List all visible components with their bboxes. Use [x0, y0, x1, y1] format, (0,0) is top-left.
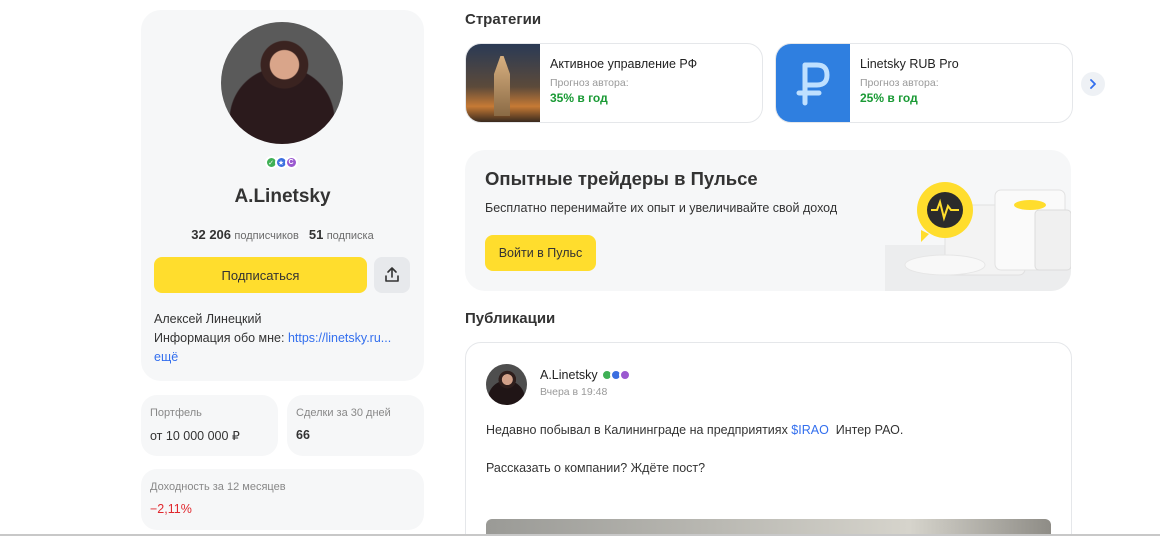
post-text-part: Интер РАО. [828, 423, 904, 437]
post-author: A.Linetsky [540, 368, 631, 382]
pulse-illustration-icon [885, 182, 1071, 291]
subscribers-label[interactable]: подписчиков [234, 230, 299, 242]
avatar[interactable] [221, 22, 343, 144]
strategy-card[interactable]: Активное управление РФ Прогноз автора: 3… [465, 43, 763, 123]
post-text: Недавно побывал в Калининграде на предпр… [486, 421, 903, 439]
promo-title: Опытные трейдеры в Пульсе [485, 168, 758, 189]
strategy-thumbnail [466, 44, 540, 122]
deals-stat[interactable]: Сделки за 30 дней 66 [287, 395, 424, 456]
share-button[interactable] [374, 257, 410, 293]
bio-link[interactable]: https://linetsky.ru... [288, 331, 391, 345]
subscribe-button[interactable]: Подписаться [154, 257, 367, 293]
strategy-name: Активное управление РФ [550, 57, 698, 71]
strategy-forecast-label: Прогноз автора: [860, 77, 939, 89]
yield-stat[interactable]: Доходность за 12 месяцев −2,11% [141, 469, 424, 530]
promo-description: Бесплатно перенимайте их опыт и увеличив… [485, 201, 838, 215]
chevron-right-icon [1090, 79, 1096, 89]
portfolio-stat[interactable]: Портфель от 10 000 000 ₽ [141, 395, 278, 456]
pulse-promo-banner: Опытные трейдеры в Пульсе Бесплатно пере… [465, 150, 1071, 291]
bio: Алексей Линецкий Информация обо мне: htt… [154, 310, 414, 367]
strategy-name: Linetsky RUB Pro [860, 57, 959, 71]
deals-label: Сделки за 30 дней [296, 407, 391, 419]
profile-name: A.Linetsky [234, 186, 331, 207]
post-card: A.Linetsky Вчера в 19:48 Недавно побывал… [465, 342, 1072, 536]
post-text-secondary: Рассказать о компании? Ждёте пост? [486, 461, 706, 475]
subscriptions-count[interactable]: 51 [309, 227, 323, 242]
profile-card: ✓ ★ C A.Linetsky 32 206 подписчиков 51 п… [141, 10, 424, 381]
deals-value: 66 [296, 428, 310, 442]
yield-label: Доходность за 12 месяцев [150, 481, 286, 493]
enter-pulse-button[interactable]: Войти в Пульс [485, 235, 596, 271]
profile-badges: ✓ ★ C [141, 156, 424, 169]
strategy-rate: 25% в год [860, 91, 918, 105]
ticker-link[interactable]: $IRAO [791, 423, 829, 437]
portfolio-value: от 10 000 000 ₽ [150, 429, 240, 443]
yield-value: −2,11% [150, 502, 192, 516]
subscribers-count[interactable]: 32 206 [191, 227, 231, 242]
premium-badge-icon: C [284, 156, 298, 169]
post-text-part: Недавно побывал в Калининграде на предпр… [486, 423, 792, 437]
subscriptions-label[interactable]: подписка [327, 230, 374, 242]
bio-info-label: Информация обо мне: [154, 331, 288, 345]
follow-counts: 32 206 подписчиков 51 подписка [141, 227, 424, 242]
strategy-card[interactable]: Linetsky RUB Pro Прогноз автора: 25% в г… [775, 43, 1073, 123]
strategies-title: Стратегии [465, 11, 542, 28]
share-icon [385, 267, 399, 282]
strategy-rate: 35% в год [550, 91, 608, 105]
bio-info: Информация обо мне: https://linetsky.ru.… [154, 329, 414, 348]
bio-more-link[interactable]: ещё [154, 348, 414, 367]
post-timestamp: Вчера в 19:48 [540, 386, 608, 398]
portfolio-label: Портфель [150, 407, 202, 419]
post-author-avatar[interactable] [486, 364, 527, 405]
strategy-forecast-label: Прогноз автора: [550, 77, 629, 89]
post-author-badges [600, 369, 631, 381]
bio-name: Алексей Линецкий [154, 312, 262, 326]
ruble-icon [796, 62, 830, 106]
post-author-name[interactable]: A.Linetsky [540, 368, 598, 382]
strategy-thumbnail [776, 44, 850, 122]
premium-badge-icon [618, 369, 631, 381]
carousel-next-button[interactable] [1081, 72, 1105, 96]
publications-title: Публикации [465, 310, 556, 327]
